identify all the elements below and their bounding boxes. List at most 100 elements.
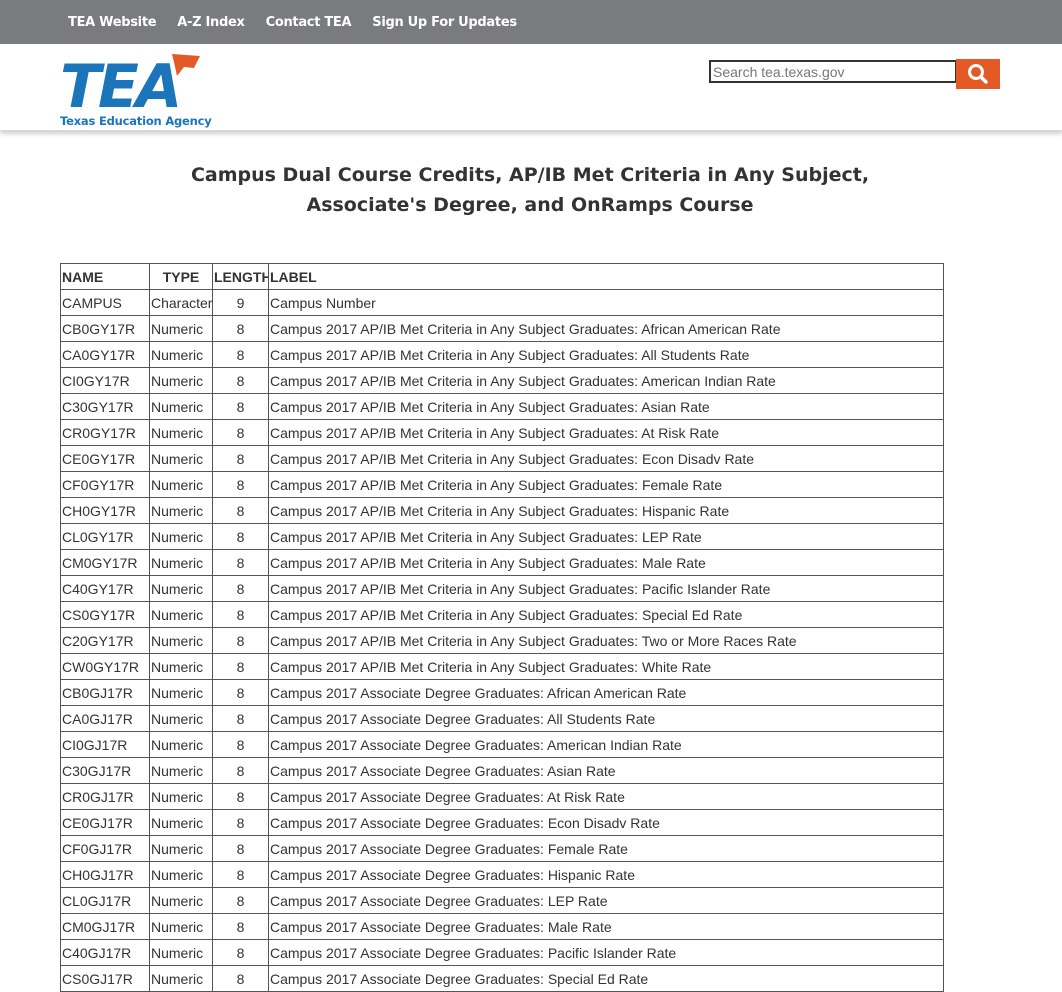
- cell-label: Campus 2017 AP/IB Met Criteria in Any Su…: [268, 627, 944, 654]
- table-row: CR0GY17R Numeric 8 Campus 2017 AP/IB Met Cr…: [60, 419, 944, 446]
- cell-label: Campus 2017 Associate Degree Graduates: …: [268, 835, 944, 862]
- search-input[interactable]: [709, 60, 957, 83]
- cell-name: CAMPUS: [60, 289, 150, 316]
- cell-name: CE0GY17R: [60, 445, 150, 472]
- column-header-label: LABEL: [268, 263, 944, 290]
- cell-label: Campus 2017 AP/IB Met Criteria in Any Su…: [268, 653, 944, 680]
- cell-length: 8: [212, 575, 269, 602]
- cell-type: Numeric: [149, 757, 213, 784]
- cell-name: CW0GY17R: [60, 653, 150, 680]
- table-row: C20GY17R Numeric 8 Campus 2017 AP/IB Met Cr…: [60, 627, 944, 654]
- cell-type: Character: [149, 289, 213, 316]
- table-row: CL0GJ17R Numeric 8 Campus 2017 Associate De…: [60, 887, 944, 914]
- table-row: CAMPUS Character 9 Campus Number: [60, 289, 944, 316]
- table-row: CR0GJ17R Numeric 8 Campus 2017 Associate De…: [60, 783, 944, 810]
- nav-link-tea-website[interactable]: TEA Website: [68, 15, 157, 30]
- table-row: C40GY17R Numeric 8 Campus 2017 AP/IB Met Cr…: [60, 575, 944, 602]
- cell-length: 8: [212, 341, 269, 368]
- cell-label: Campus 2017 AP/IB Met Criteria in Any Su…: [268, 523, 944, 550]
- cell-name: CL0GY17R: [60, 523, 150, 550]
- cell-length: 8: [212, 653, 269, 680]
- cell-type: Numeric: [149, 445, 213, 472]
- cell-length: 9: [212, 289, 269, 316]
- table-row: CI0GJ17R Numeric 8 Campus 2017 Associate De…: [60, 731, 944, 758]
- cell-name: CI0GJ17R: [60, 731, 150, 758]
- nav-link-contact-tea[interactable]: Contact TEA: [266, 15, 352, 30]
- cell-length: 8: [212, 419, 269, 446]
- table-body: CAMPUS Character 9 Campus Number CB0GY17R Nu…: [60, 289, 944, 992]
- cell-label: Campus 2017 AP/IB Met Criteria in Any Su…: [268, 601, 944, 628]
- table-row: C30GY17R Numeric 8 Campus 2017 AP/IB Met Cr…: [60, 393, 944, 420]
- table-row: CF0GJ17R Numeric 8 Campus 2017 Associate De…: [60, 835, 944, 862]
- page-title-line-1: Campus Dual Course Credits, AP/IB Met Cr…: [190, 164, 870, 186]
- table-row: C40GJ17R Numeric 8 Campus 2017 Associate De…: [60, 939, 944, 966]
- cell-label: Campus 2017 AP/IB Met Criteria in Any Su…: [268, 341, 944, 368]
- tea-logo-mark: TEA: [60, 52, 200, 122]
- cell-length: 8: [212, 783, 269, 810]
- cell-label: Campus 2017 AP/IB Met Criteria in Any Su…: [268, 575, 944, 602]
- table-row: CB0GY17R Numeric 8 Campus 2017 AP/IB Met Cr…: [60, 315, 944, 342]
- cell-name: C30GY17R: [60, 393, 150, 420]
- cell-label: Campus 2017 Associate Degree Graduates: …: [268, 705, 944, 732]
- cell-name: CI0GY17R: [60, 367, 150, 394]
- cell-label: Campus 2017 Associate Degree Graduates: …: [268, 731, 944, 758]
- column-header-type: TYPE: [149, 263, 213, 290]
- cell-type: Numeric: [149, 471, 213, 498]
- cell-type: Numeric: [149, 601, 213, 628]
- table-row: CL0GY17R Numeric 8 Campus 2017 AP/IB Met Cr…: [60, 523, 944, 550]
- cell-name: CA0GJ17R: [60, 705, 150, 732]
- table-row: CH0GY17R Numeric 8 Campus 2017 AP/IB Met Cr…: [60, 497, 944, 524]
- cell-name: C40GJ17R: [60, 939, 150, 966]
- cell-type: Numeric: [149, 341, 213, 368]
- table-row: CE0GJ17R Numeric 8 Campus 2017 Associate De…: [60, 809, 944, 836]
- cell-type: Numeric: [149, 705, 213, 732]
- table-row: CB0GJ17R Numeric 8 Campus 2017 Associate De…: [60, 679, 944, 706]
- cell-name: CE0GJ17R: [60, 809, 150, 836]
- cell-type: Numeric: [149, 497, 213, 524]
- cell-label: Campus 2017 AP/IB Met Criteria in Any Su…: [268, 419, 944, 446]
- cell-name: CH0GY17R: [60, 497, 150, 524]
- column-header-length: LENGTH: [212, 263, 269, 290]
- nav-link-a-z-index[interactable]: A-Z Index: [177, 15, 245, 30]
- cell-type: Numeric: [149, 731, 213, 758]
- cell-name: CH0GJ17R: [60, 861, 150, 888]
- cell-length: 8: [212, 965, 269, 992]
- cell-name: C30GJ17R: [60, 757, 150, 784]
- cell-name: C20GY17R: [60, 627, 150, 654]
- cell-length: 8: [212, 627, 269, 654]
- cell-type: Numeric: [149, 965, 213, 992]
- nav-link-sign-up-for-updates[interactable]: Sign Up For Updates: [372, 15, 517, 30]
- cell-length: 8: [212, 809, 269, 836]
- cell-label: Campus Number: [268, 289, 944, 316]
- variable-table: NAME TYPE LENGTH LABEL CAMPUS Character 9 C…: [60, 263, 944, 992]
- cell-type: Numeric: [149, 913, 213, 940]
- cell-length: 8: [212, 731, 269, 758]
- cell-type: Numeric: [149, 315, 213, 342]
- cell-name: CB0GY17R: [60, 315, 150, 342]
- cell-label: Campus 2017 Associate Degree Graduates: …: [268, 965, 944, 992]
- page-title: Campus Dual Course Credits, AP/IB Met Cr…: [100, 160, 960, 220]
- cell-label: Campus 2017 Associate Degree Graduates: …: [268, 887, 944, 914]
- table-row: CA0GJ17R Numeric 8 Campus 2017 Associate De…: [60, 705, 944, 732]
- cell-length: 8: [212, 861, 269, 888]
- search-icon: [968, 64, 988, 84]
- tea-logo[interactable]: TEA Texas Education Agency: [60, 50, 212, 128]
- cell-label: Campus 2017 Associate Degree Graduates: …: [268, 679, 944, 706]
- table-header-row: NAME TYPE LENGTH LABEL: [60, 263, 944, 290]
- cell-type: Numeric: [149, 393, 213, 420]
- cell-name: CR0GY17R: [60, 419, 150, 446]
- table-row: CF0GY17R Numeric 8 Campus 2017 AP/IB Met Cr…: [60, 471, 944, 498]
- cell-label: Campus 2017 AP/IB Met Criteria in Any Su…: [268, 315, 944, 342]
- cell-label: Campus 2017 AP/IB Met Criteria in Any Su…: [268, 471, 944, 498]
- cell-name: CA0GY17R: [60, 341, 150, 368]
- cell-type: Numeric: [149, 679, 213, 706]
- table-row: C30GJ17R Numeric 8 Campus 2017 Associate De…: [60, 757, 944, 784]
- cell-label: Campus 2017 AP/IB Met Criteria in Any Su…: [268, 393, 944, 420]
- cell-length: 8: [212, 471, 269, 498]
- cell-label: Campus 2017 Associate Degree Graduates: …: [268, 783, 944, 810]
- cell-type: Numeric: [149, 627, 213, 654]
- cell-type: Numeric: [149, 523, 213, 550]
- search-button[interactable]: [956, 59, 1000, 89]
- cell-type: Numeric: [149, 887, 213, 914]
- table-row: CE0GY17R Numeric 8 Campus 2017 AP/IB Met Cr…: [60, 445, 944, 472]
